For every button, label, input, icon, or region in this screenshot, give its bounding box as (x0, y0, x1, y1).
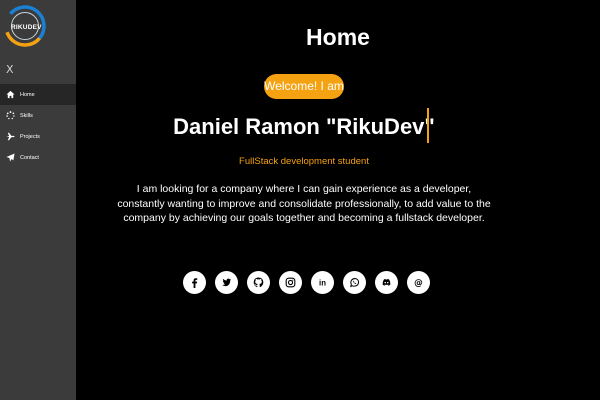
linkedin-icon: in (319, 278, 326, 287)
sidebar: RIKUDEV X Home Skills Projects Contact (0, 0, 76, 400)
main-content: Home Welcome! I am Daniel Ramon "RikuDev… (76, 0, 600, 400)
home-icon (6, 90, 15, 99)
profile-name: Daniel Ramon "RikuDev" (173, 114, 435, 139)
sidebar-item-label: Projects (20, 133, 40, 140)
discord-icon (382, 279, 391, 286)
sidebar-item-projects[interactable]: Projects (0, 126, 76, 147)
linkedin-label: in (319, 278, 326, 287)
logo-text: RIKUDEV (11, 24, 42, 31)
plane-icon (6, 132, 15, 141)
welcome-badge: Welcome! I am (264, 74, 344, 99)
sidebar-item-label: Contact (20, 154, 39, 161)
typing-cursor (427, 108, 429, 143)
github-link[interactable] (247, 271, 270, 294)
sidebar-item-contact[interactable]: Contact (0, 147, 76, 168)
discord-link[interactable] (375, 271, 398, 294)
sidebar-item-skills[interactable]: Skills (0, 105, 76, 126)
logo[interactable]: RIKUDEV (3, 4, 47, 48)
linkedin-link[interactable]: in (311, 271, 334, 294)
sidebar-nav: Home Skills Projects Contact (0, 84, 76, 168)
facebook-icon (192, 278, 198, 288)
email-label: @ (414, 278, 423, 288)
instagram-link[interactable] (279, 271, 302, 294)
sidebar-item-home[interactable]: Home (0, 84, 76, 105)
twitter-link[interactable] (215, 271, 238, 294)
close-menu-button[interactable]: X (6, 64, 14, 75)
spinner-icon (6, 111, 15, 120)
page-title: Home (306, 24, 370, 50)
whatsapp-icon (350, 278, 360, 288)
profile-subtitle: FullStack development student (239, 156, 369, 167)
sidebar-item-label: Skills (20, 112, 33, 119)
paper-plane-icon (6, 153, 15, 162)
sidebar-item-label: Home (20, 91, 35, 98)
whatsapp-link[interactable] (343, 271, 366, 294)
email-link[interactable]: @ (407, 271, 430, 294)
email-icon: @ (414, 278, 423, 288)
instagram-icon (285, 277, 296, 288)
about-text: I am looking for a company where I can g… (117, 183, 491, 224)
twitter-icon (222, 278, 232, 287)
github-icon (253, 277, 264, 288)
facebook-link[interactable] (183, 271, 206, 294)
